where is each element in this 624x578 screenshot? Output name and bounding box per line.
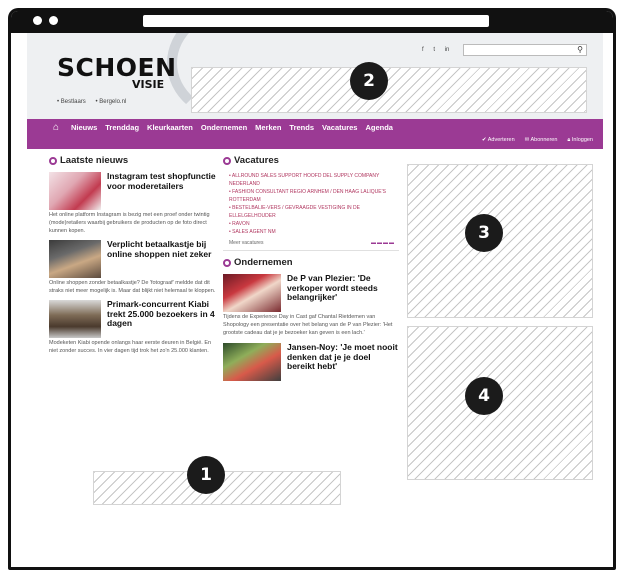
site-header: SCHOEN VISIE • Bestlaars • Bergelo.nl f … bbox=[27, 33, 603, 119]
news-item[interactable]: Verplicht betaalkastje bij online shoppe… bbox=[49, 239, 219, 295]
section-bullet-icon bbox=[49, 156, 57, 165]
browser-chrome bbox=[11, 11, 613, 33]
marker-2: 2 bbox=[350, 62, 388, 100]
header-link[interactable]: • Bestlaars bbox=[57, 99, 86, 105]
vacancy-link[interactable]: • Allround sales support hoofd del suppl… bbox=[229, 172, 399, 188]
latest-news-column: Laatste nieuws Instagram test shopfuncti… bbox=[49, 155, 219, 360]
vacancy-list: • Allround sales support hoofd del suppl… bbox=[229, 172, 399, 236]
more-vacancies-link[interactable]: Meer vacatures ▬▬▬▬ bbox=[229, 240, 395, 246]
site-logo-sub: VISIE bbox=[132, 78, 165, 91]
news-item[interactable]: Primark-concurrent Kiabi trekt 25.000 be… bbox=[49, 299, 219, 355]
article-teaser: Tijdens de Experience Day in Cast gaf Ch… bbox=[223, 314, 393, 336]
section-title-ondernemen: Ondernemen bbox=[223, 257, 399, 268]
vacancies-box: Vacatures • Allround sales support hoofd… bbox=[223, 155, 399, 251]
window-dot-icon[interactable] bbox=[49, 16, 58, 25]
ondernemen-item[interactable]: Jansen-Noy: 'Je moet nooit denken dat je… bbox=[223, 342, 399, 381]
linkedin-icon[interactable]: in bbox=[445, 47, 450, 53]
middle-column: Vacatures • Allround sales support hoofd… bbox=[223, 155, 399, 387]
marker-3: 3 bbox=[465, 214, 503, 252]
news-headline[interactable]: Instagram test shopfunctie voor modereta… bbox=[107, 171, 219, 210]
nav-item-trenddag[interactable]: Trenddag bbox=[105, 123, 139, 132]
nav-items: Nieuws Trenddag Kleurkaarten Ondernemen … bbox=[71, 123, 393, 132]
nav-item-agenda[interactable]: Agenda bbox=[365, 123, 393, 132]
news-teaser: Modeketen Kiabi opende onlangs haar eers… bbox=[49, 340, 212, 354]
address-bar[interactable] bbox=[143, 15, 489, 27]
pagination-dots-icon[interactable]: ▬▬▬▬ bbox=[371, 240, 395, 246]
section-title-latest-news: Laatste nieuws bbox=[49, 155, 219, 166]
home-icon[interactable]: ⌂ bbox=[53, 122, 59, 133]
section-bullet-icon bbox=[223, 258, 231, 267]
nav-item-merken[interactable]: Merken bbox=[255, 123, 281, 132]
nav-sub-inloggen[interactable]: 🔒︎ Inloggen bbox=[567, 137, 593, 144]
nav-item-kleurkaarten[interactable]: Kleurkaarten bbox=[147, 123, 193, 132]
nav-item-vacatures[interactable]: Vacatures bbox=[322, 123, 357, 132]
marker-1: 1 bbox=[187, 456, 225, 494]
news-headline[interactable]: Verplicht betaalkastje bij online shoppe… bbox=[107, 239, 219, 278]
news-headline[interactable]: Primark-concurrent Kiabi trekt 25.000 be… bbox=[107, 299, 219, 338]
nav-item-nieuws[interactable]: Nieuws bbox=[71, 123, 97, 132]
social-icons: f t in bbox=[422, 47, 457, 53]
twitter-icon[interactable]: t bbox=[433, 47, 435, 53]
ondernemen-item[interactable]: De P van Plezier: 'De verkoper wordt ste… bbox=[223, 273, 399, 337]
search-input[interactable]: ⚲ bbox=[463, 44, 587, 56]
nav-sub-abonneren[interactable]: ✉ Abonneren bbox=[525, 137, 558, 144]
article-thumbnail[interactable] bbox=[223, 343, 281, 381]
browser-window: SCHOEN VISIE • Bestlaars • Bergelo.nl f … bbox=[8, 8, 616, 570]
website: SCHOEN VISIE • Bestlaars • Bergelo.nl f … bbox=[27, 33, 603, 567]
vacancy-link[interactable]: • Bestelbalie-Vers / gevraagde vestiging… bbox=[229, 204, 399, 220]
news-thumbnail[interactable] bbox=[49, 240, 101, 278]
news-teaser: Online shoppen zonder betaalkastje? De '… bbox=[49, 280, 216, 294]
article-thumbnail[interactable] bbox=[223, 274, 281, 312]
vacancy-link[interactable]: • Ravon bbox=[229, 220, 399, 228]
nav-sub-adverteren[interactable]: ✔ Adverteren bbox=[482, 137, 515, 144]
news-thumbnail[interactable] bbox=[49, 172, 101, 210]
vacancy-link[interactable]: • Fashion consultant regio Arnhem / Den … bbox=[229, 188, 399, 204]
news-teaser: Het online platform Instagram is bezig m… bbox=[49, 212, 210, 234]
header-links: • Bestlaars • Bergelo.nl bbox=[57, 99, 134, 105]
news-item[interactable]: Instagram test shopfunctie voor modereta… bbox=[49, 171, 219, 235]
vacancy-link[interactable]: • Sales agent nm bbox=[229, 228, 399, 236]
header-link[interactable]: • Bergelo.nl bbox=[95, 99, 126, 105]
article-headline[interactable]: Jansen-Noy: 'Je moet nooit denken dat je… bbox=[287, 342, 399, 381]
section-bullet-icon bbox=[223, 156, 231, 165]
facebook-icon[interactable]: f bbox=[422, 47, 424, 53]
ad-slot-banner bbox=[191, 67, 587, 113]
nav-sub-links: ✔ Adverteren ✉ Abonneren 🔒︎ Inloggen bbox=[482, 137, 593, 144]
section-title-vacancies: Vacatures bbox=[223, 155, 399, 166]
nav-item-trends[interactable]: Trends bbox=[289, 123, 314, 132]
search-icon[interactable]: ⚲ bbox=[577, 45, 583, 54]
main-nav: ⌂ Nieuws Trenddag Kleurkaarten Onderneme… bbox=[27, 119, 603, 149]
window-dot-icon[interactable] bbox=[33, 16, 42, 25]
marker-4: 4 bbox=[465, 377, 503, 415]
news-thumbnail[interactable] bbox=[49, 300, 101, 338]
article-headline[interactable]: De P van Plezier: 'De verkoper wordt ste… bbox=[287, 273, 399, 312]
nav-item-ondernemen[interactable]: Ondernemen bbox=[201, 123, 247, 132]
